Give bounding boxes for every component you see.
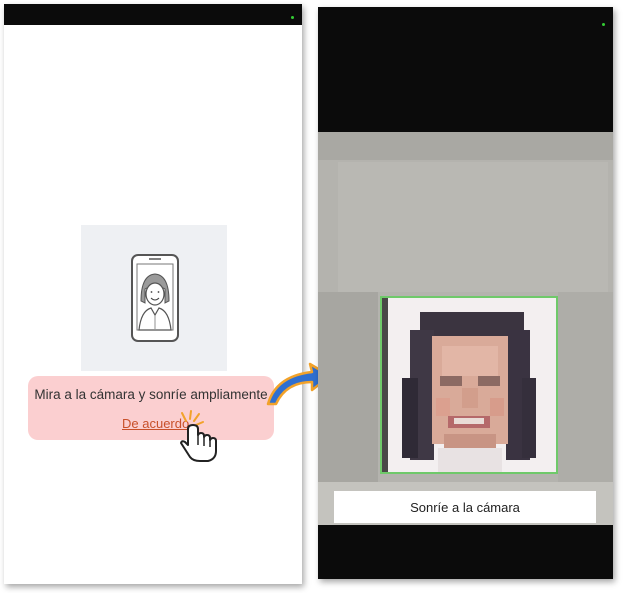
- status-indicator-dot: [602, 23, 605, 26]
- status-bar: [4, 4, 302, 25]
- right-phone-screen: Sonríe a la cámara: [318, 7, 613, 579]
- phone-selfie-icon: [131, 254, 179, 342]
- status-indicator-dot: [291, 16, 294, 19]
- instruction-card: Mira a la cámara y sonríe ampliamente De…: [28, 376, 274, 440]
- left-phone-screen: Mira a la cámara y sonríe ampliamente De…: [4, 4, 302, 584]
- hand-pointer-icon: [180, 410, 217, 462]
- caption-bar: Sonríe a la cámara: [334, 491, 596, 523]
- face-detection-frame: [380, 296, 558, 474]
- caption-text: Sonríe a la cámara: [410, 500, 520, 515]
- pixelated-face: [382, 298, 556, 472]
- camera-preview: [318, 132, 613, 525]
- instruction-text: Mira a la cámara y sonríe ampliamente: [34, 387, 268, 402]
- phone-face-illustration: [81, 225, 227, 371]
